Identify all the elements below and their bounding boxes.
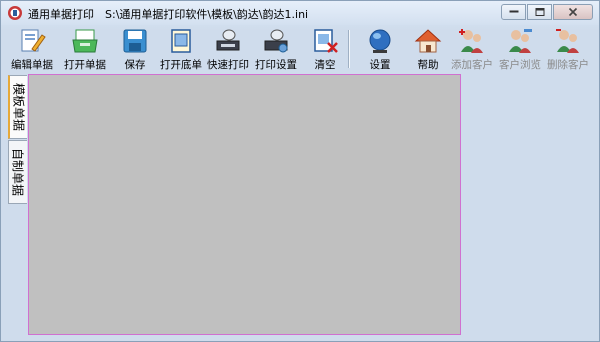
save-label: 保存 — [124, 59, 146, 71]
save-button[interactable]: 保存 — [121, 26, 149, 72]
clear-button[interactable]: 清空 — [311, 26, 339, 72]
toolbar: 编辑单据 打开单据 保存 打开底单 快速打印 打印设置 清空 设置 帮助 添加客… — [7, 26, 595, 72]
caption-buttons — [500, 4, 593, 20]
app-window: 通用单据打印 S:\通用单据打印软件\模板\韵达\韵达1.ini 编辑单据 打开… — [0, 0, 600, 342]
edit-document-icon — [21, 29, 46, 52]
window-title: 通用单据打印 — [28, 8, 94, 21]
tab-custom-documents-label: 自制单据 — [10, 147, 25, 197]
quick-print-button[interactable]: 快速打印 — [207, 26, 249, 72]
browse-customers-button[interactable]: 客户浏览 — [499, 26, 541, 72]
maximize-button[interactable] — [527, 4, 552, 20]
help-button[interactable]: 帮助 — [414, 26, 442, 72]
quick-print-icon — [216, 29, 240, 51]
tab-template-documents-label: 模板单据 — [11, 82, 25, 132]
toolbar-separator — [348, 30, 350, 68]
save-disk-icon — [123, 29, 147, 53]
tab-template-documents[interactable]: 模板单据 — [8, 75, 27, 139]
file-path: S:\通用单据打印软件\模板\韵达\韵达1.ini — [105, 8, 309, 21]
settings-button[interactable]: 设置 — [366, 26, 394, 72]
print-settings-label: 打印设置 — [255, 59, 297, 71]
delete-customer-button[interactable]: 删除客户 — [547, 26, 589, 72]
open-document-button[interactable]: 打开单据 — [64, 26, 106, 72]
print-settings-button[interactable]: 打印设置 — [255, 26, 297, 72]
settings-globe-icon — [369, 29, 391, 53]
quick-print-label: 快速打印 — [207, 59, 249, 71]
close-icon — [568, 7, 578, 17]
tab-custom-documents[interactable]: 自制单据 — [8, 140, 27, 204]
delete-customer-label: 删除客户 — [547, 59, 589, 71]
edit-document-button[interactable]: 编辑单据 — [11, 26, 53, 72]
help-house-icon — [414, 29, 442, 53]
minimize-button[interactable] — [501, 4, 526, 20]
clear-icon — [314, 29, 338, 53]
open-template-icon — [171, 29, 191, 53]
clear-label: 清空 — [314, 59, 336, 71]
open-template-button[interactable]: 打开底单 — [160, 26, 202, 72]
add-customer-button[interactable]: 添加客户 — [451, 26, 493, 72]
browse-customers-label: 客户浏览 — [499, 59, 541, 71]
open-template-label: 打开底单 — [160, 59, 202, 71]
browse-customers-icon — [509, 29, 532, 53]
open-tray-icon — [72, 29, 98, 53]
minimize-icon — [509, 10, 518, 13]
settings-label: 设置 — [369, 59, 391, 71]
title-bar[interactable]: 通用单据打印 S:\通用单据打印软件\模板\韵达\韵达1.ini — [1, 1, 599, 25]
close-button[interactable] — [553, 4, 593, 20]
document-workspace[interactable] — [28, 74, 461, 335]
add-customer-icon — [459, 29, 483, 53]
delete-customer-icon — [556, 29, 579, 53]
edit-document-label: 编辑单据 — [11, 59, 53, 71]
print-settings-icon — [264, 29, 288, 53]
add-customer-label: 添加客户 — [451, 59, 493, 71]
help-label: 帮助 — [417, 59, 439, 71]
app-icon — [8, 6, 22, 20]
open-document-label: 打开单据 — [64, 59, 106, 71]
maximize-icon — [535, 8, 544, 16]
